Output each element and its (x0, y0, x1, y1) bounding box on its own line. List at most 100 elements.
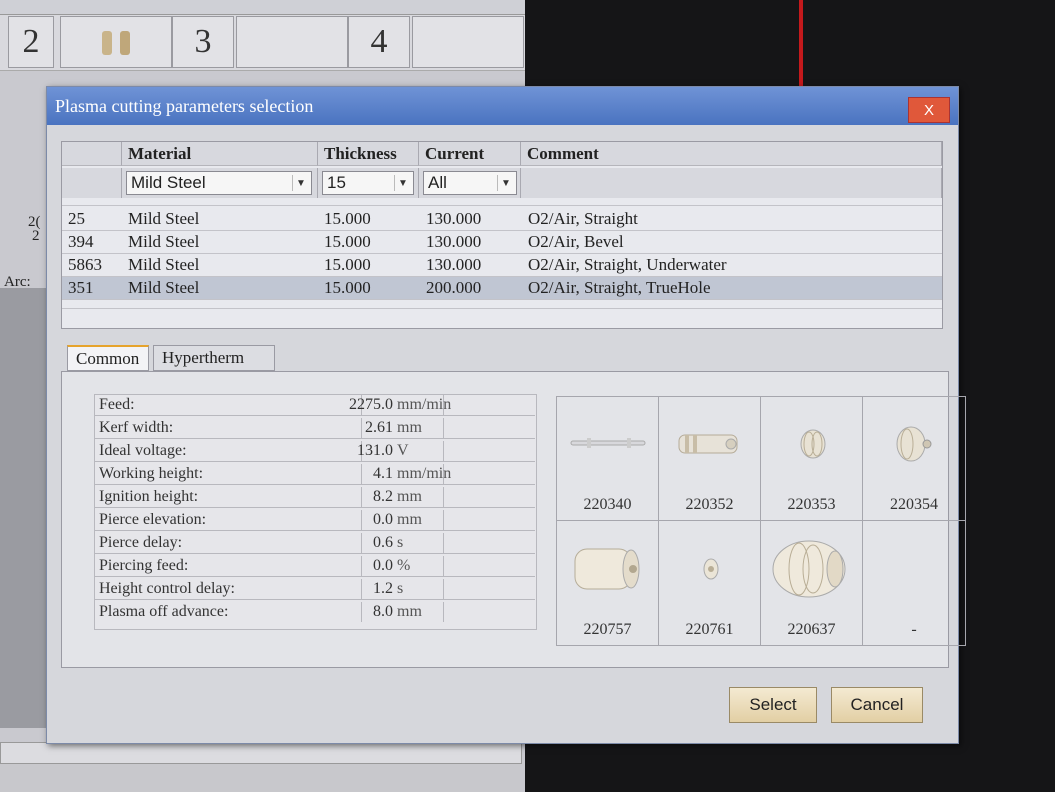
divider (443, 602, 444, 622)
cell-id: 351 (68, 278, 94, 297)
param-value: 131.0 (357, 442, 393, 459)
param-value: 2275.0 (349, 396, 393, 413)
param-label: Ignition height: (99, 488, 199, 505)
parameters-grid: Material Thickness Current Comment Mild … (61, 141, 943, 329)
param-row: Ideal voltage: 131.0 V (95, 441, 535, 462)
consumable-220761: 220761 (659, 521, 761, 645)
cell-material: Mild Steel (128, 255, 200, 274)
consumable-220353: 220353 (761, 397, 863, 521)
background-status-bar (0, 742, 522, 764)
param-unit: mm (397, 603, 422, 620)
filter-current-cell: All ▼ (419, 168, 521, 198)
param-label: Height control delay: (99, 580, 235, 597)
param-label: Piercing feed: (99, 557, 189, 574)
bg-cell-2: 2 (8, 16, 54, 68)
params-table: Feed: 2275.0 mm/min Kerf width: 2.61 mm Idea… (94, 394, 537, 630)
divider (443, 533, 444, 553)
background-top-strip (0, 0, 525, 15)
header-id (62, 142, 122, 166)
red-marker-line (799, 0, 803, 95)
cell-thickness: 15.000 (324, 209, 371, 228)
param-value: 1.2 (373, 580, 393, 597)
header-comment[interactable]: Comment (521, 142, 942, 166)
consumable-220352: 220352 (659, 397, 761, 521)
divider (361, 487, 362, 507)
divider (361, 464, 362, 484)
current-select-value: All (428, 173, 447, 192)
bg-label-2b: 2 (32, 228, 40, 244)
filter-id-cell (62, 168, 122, 198)
dialog-titlebar[interactable]: Plasma cutting parameters selection X (47, 87, 958, 125)
param-unit: % (397, 557, 411, 574)
param-row: Kerf width: 2.61 mm (95, 418, 535, 439)
cell-material: Mild Steel (128, 209, 200, 228)
swirl-ring-icon (800, 429, 826, 459)
cell-material: Mild Steel (128, 232, 200, 251)
bg-empty-cell (236, 16, 348, 68)
tab-hypertherm[interactable]: Hypertherm (153, 345, 275, 371)
chevron-down-icon: ▼ (497, 175, 514, 191)
header-thickness[interactable]: Thickness (318, 142, 419, 166)
param-row: Height control delay: 1.2 s (95, 579, 535, 600)
cell-thickness: 15.000 (324, 278, 371, 297)
filter-thickness-cell: 15 ▼ (318, 168, 419, 198)
table-row-partial-top (62, 199, 942, 206)
param-unit: mm (397, 488, 422, 505)
param-value: 0.6 (373, 534, 393, 551)
table-row[interactable]: 5863 Mild Steel 15.000 130.000 O2/Air, S… (62, 254, 942, 277)
divider (443, 556, 444, 576)
cell-id: 394 (68, 232, 94, 251)
cell-comment: O2/Air, Bevel (528, 232, 624, 251)
filter-comment-cell (521, 168, 942, 198)
divider (361, 602, 362, 622)
header-material[interactable]: Material (122, 142, 318, 166)
param-value: 8.2 (373, 488, 393, 505)
divider (361, 556, 362, 576)
bg-empty-cell-2 (412, 16, 524, 68)
param-unit: s (397, 580, 404, 597)
plasma-params-dialog: Plasma cutting parameters selection X Ma… (46, 86, 966, 744)
shield-cap-icon (772, 540, 846, 598)
cell-comment: O2/Air, Straight, Underwater (528, 255, 727, 274)
param-unit: mm (397, 511, 422, 528)
param-row: Working height: 4.1 mm/min (95, 464, 535, 485)
part-number: - (911, 621, 917, 638)
table-row[interactable]: 25 Mild Steel 15.000 130.000 O2/Air, Str… (62, 208, 942, 231)
cell-thickness: 15.000 (324, 232, 371, 251)
filter-material-cell: Mild Steel ▼ (122, 168, 318, 198)
param-unit: V (397, 442, 409, 459)
cell-id: 5863 (68, 255, 102, 274)
material-select[interactable]: Mild Steel ▼ (126, 171, 312, 195)
select-button[interactable]: Select (729, 687, 817, 723)
table-row-selected[interactable]: 351 Mild Steel 15.000 200.000 O2/Air, St… (62, 277, 942, 300)
tab-common[interactable]: Common (67, 345, 149, 371)
current-select[interactable]: All ▼ (423, 171, 517, 195)
part-number: 220637 (787, 621, 836, 638)
close-button[interactable]: X (908, 97, 950, 123)
nozzle-icon (896, 426, 932, 462)
part-number: 220354 (890, 496, 938, 513)
divider (361, 510, 362, 530)
param-row: Piercing feed: 0.0% (95, 556, 535, 577)
material-select-value: Mild Steel (131, 173, 206, 192)
table-row[interactable]: 394 Mild Steel 15.000 130.000 O2/Air, Be… (62, 231, 942, 254)
thickness-select[interactable]: 15 ▼ (322, 171, 414, 195)
param-label: Plasma off advance: (99, 603, 229, 620)
cell-current: 130.000 (426, 209, 482, 228)
part-number: 220340 (583, 496, 632, 513)
consumable-220340: 220340 (557, 397, 659, 521)
background-bottom-bar (0, 764, 520, 792)
part-number: 220353 (787, 496, 836, 513)
divider (443, 510, 444, 530)
param-label: Kerf width: (99, 419, 174, 436)
divider (443, 487, 444, 507)
cell-current: 130.000 (426, 255, 482, 274)
bg-cell-3: 3 (172, 16, 234, 68)
divider (443, 418, 444, 438)
thickness-select-value: 15 (327, 173, 346, 192)
cancel-button[interactable]: Cancel (831, 687, 923, 723)
part-number: 220757 (583, 621, 632, 638)
divider (443, 441, 444, 461)
part-number: 220352 (685, 496, 734, 513)
header-current[interactable]: Current (419, 142, 521, 166)
